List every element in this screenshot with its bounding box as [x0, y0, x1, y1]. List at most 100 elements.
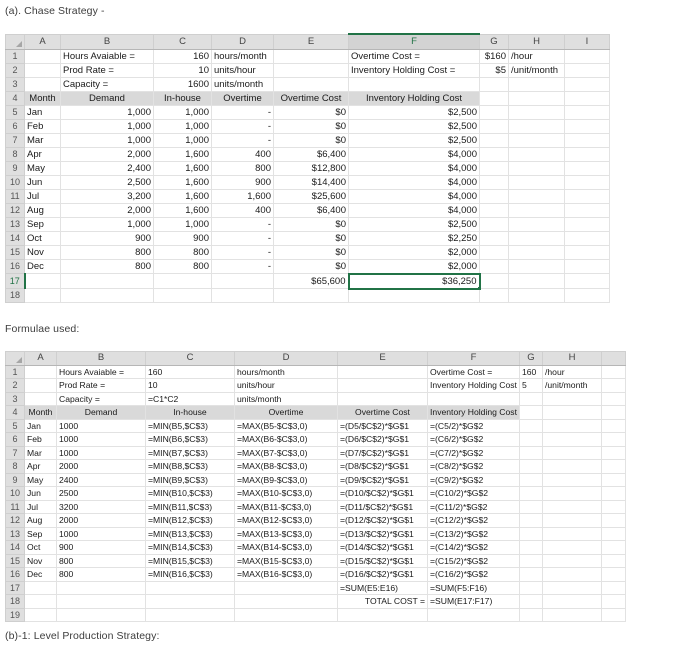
- cell-c2-prod-rate-value[interactable]: 10: [145, 378, 235, 393]
- cell-d3-capacity-unit[interactable]: units/month: [234, 391, 338, 406]
- cell-g3[interactable]: [479, 76, 509, 92]
- cell-b3-capacity-label[interactable]: Capacity =: [56, 391, 146, 406]
- row-header[interactable]: 12: [5, 513, 25, 528]
- cell-h15[interactable]: [508, 244, 565, 260]
- cell-d1-hours-available-unit[interactable]: hours/month: [211, 48, 274, 64]
- cell-overtime-cost[interactable]: =(D12/$C$2)*$G$1: [337, 513, 428, 528]
- cell-overtime-cost[interactable]: =(D5/$C$2)*$G$1: [337, 418, 428, 433]
- cell-a1[interactable]: [24, 48, 61, 64]
- table-header-demand[interactable]: Demand: [60, 90, 154, 106]
- column-header-h[interactable]: H: [542, 351, 602, 366]
- cell-overtime-cost[interactable]: =(D14/$C$2)*$G$1: [337, 540, 428, 555]
- row-header[interactable]: 8: [5, 459, 25, 474]
- cell-holding-cost[interactable]: =(C10/2)*$G$2: [427, 486, 520, 501]
- cell-overtime[interactable]: 400: [211, 146, 274, 162]
- cell-f2-holding-cost-label[interactable]: Inventory Holding Cost =: [427, 378, 520, 393]
- cell-g7[interactable]: [479, 132, 509, 148]
- cell-holding-cost[interactable]: $2,250: [348, 230, 480, 246]
- cell-inhouse[interactable]: 1,600: [153, 146, 212, 162]
- cell-g15[interactable]: [519, 553, 543, 568]
- cell-g8[interactable]: [479, 146, 509, 162]
- cell-overtime[interactable]: 800: [211, 160, 274, 176]
- row-header[interactable]: 16: [5, 258, 25, 274]
- cell-demand[interactable]: 1,000: [60, 216, 154, 232]
- cell-inhouse[interactable]: =MIN(B11,$C$3): [145, 499, 235, 514]
- column-header-c[interactable]: C: [145, 351, 235, 366]
- cell-g2-holding-cost-value[interactable]: 5: [519, 378, 543, 393]
- cell-g2-holding-cost-value[interactable]: $5: [479, 62, 509, 78]
- cell-demand[interactable]: 2000: [56, 459, 146, 474]
- cell-holding-cost[interactable]: $4,000: [348, 160, 480, 176]
- cell-g19[interactable]: [519, 607, 543, 622]
- row-header[interactable]: 6: [5, 118, 25, 134]
- row-header[interactable]: 1: [5, 48, 25, 64]
- cell-i12[interactable]: [564, 202, 610, 218]
- cell-g9[interactable]: [519, 472, 543, 487]
- cell-inhouse[interactable]: =MIN(B7,$C$3): [145, 445, 235, 460]
- cell-g18[interactable]: [519, 594, 543, 609]
- cell-month[interactable]: Sep: [24, 216, 61, 232]
- cell-overtime-cost[interactable]: =(D8/$C$2)*$G$1: [337, 459, 428, 474]
- cell-i13[interactable]: [601, 526, 626, 541]
- cell-d2-prod-rate-unit[interactable]: units/hour: [234, 378, 338, 393]
- cell-d17[interactable]: [211, 273, 274, 289]
- cell-g11[interactable]: [519, 499, 543, 514]
- cell-holding-cost[interactable]: =(C6/2)*$G$2: [427, 432, 520, 447]
- cell-overtime[interactable]: =MAX(B6-$C$3,0): [234, 432, 338, 447]
- cell-holding-cost[interactable]: $4,000: [348, 188, 480, 204]
- cell-h1-overtime-cost-unit[interactable]: /hour: [508, 48, 565, 64]
- cell-month[interactable]: Jul: [24, 188, 61, 204]
- cell-i1[interactable]: [601, 364, 626, 379]
- cell-h6[interactable]: [508, 118, 565, 134]
- cell-demand[interactable]: 2500: [56, 486, 146, 501]
- cell-e2[interactable]: [337, 378, 428, 393]
- cell-overtime[interactable]: 400: [211, 202, 274, 218]
- cell-g4[interactable]: [519, 405, 543, 420]
- cell-h3[interactable]: [508, 76, 565, 92]
- cell-month[interactable]: Dec: [24, 258, 61, 274]
- cell-demand[interactable]: 900: [56, 540, 146, 555]
- cell-demand[interactable]: 800: [56, 567, 146, 582]
- cell-inhouse[interactable]: 1,000: [153, 104, 212, 120]
- cell-overtime-cost[interactable]: $6,400: [273, 202, 349, 218]
- cell-e18[interactable]: [273, 288, 349, 303]
- table-header-overtime-cost[interactable]: Overtime Cost: [273, 90, 349, 106]
- cell-i8[interactable]: [564, 146, 610, 162]
- cell-overtime[interactable]: =MAX(B11-$C$3,0): [234, 499, 338, 514]
- cell-g13[interactable]: [519, 526, 543, 541]
- cell-h18[interactable]: [508, 288, 565, 303]
- row-header[interactable]: 9: [5, 160, 25, 176]
- cell-h4[interactable]: [508, 90, 565, 106]
- cell-overtime[interactable]: -: [211, 132, 274, 148]
- cell-g5[interactable]: [519, 418, 543, 433]
- cell-month[interactable]: Oct: [24, 540, 57, 555]
- cell-i1[interactable]: [564, 48, 610, 64]
- cell-month[interactable]: May: [24, 472, 57, 487]
- cell-month[interactable]: Sep: [24, 526, 57, 541]
- cell-h15[interactable]: [542, 553, 602, 568]
- table-header-month[interactable]: Month: [24, 90, 61, 106]
- column-header-d[interactable]: D: [234, 351, 338, 366]
- cell-g13[interactable]: [479, 216, 509, 232]
- cell-g4[interactable]: [479, 90, 509, 106]
- cell-f1-overtime-cost-label[interactable]: Overtime Cost =: [427, 364, 520, 379]
- cell-overtime-cost[interactable]: =(D15/$C$2)*$G$1: [337, 553, 428, 568]
- cell-g12[interactable]: [479, 202, 509, 218]
- row-header[interactable]: 7: [5, 132, 25, 148]
- row-header[interactable]: 7: [5, 445, 25, 460]
- cell-i16[interactable]: [601, 567, 626, 582]
- cell-h8[interactable]: [542, 459, 602, 474]
- cell-i14[interactable]: [601, 540, 626, 555]
- cell-inhouse[interactable]: =MIN(B8,$C$3): [145, 459, 235, 474]
- column-header-blank[interactable]: [601, 351, 626, 366]
- column-header-e[interactable]: E: [273, 33, 349, 50]
- cell-e1[interactable]: [273, 48, 349, 64]
- cell-f3[interactable]: [348, 76, 480, 92]
- cell-a17[interactable]: [24, 273, 61, 289]
- cell-f18-total-cost-formula[interactable]: =SUM(E17:F17): [427, 594, 520, 609]
- cell-overtime-cost[interactable]: $6,400: [273, 146, 349, 162]
- row-header[interactable]: 5: [5, 418, 25, 433]
- cell-holding-cost[interactable]: $4,000: [348, 146, 480, 162]
- cell-demand[interactable]: 3200: [56, 499, 146, 514]
- cell-overtime-cost[interactable]: $14,400: [273, 174, 349, 190]
